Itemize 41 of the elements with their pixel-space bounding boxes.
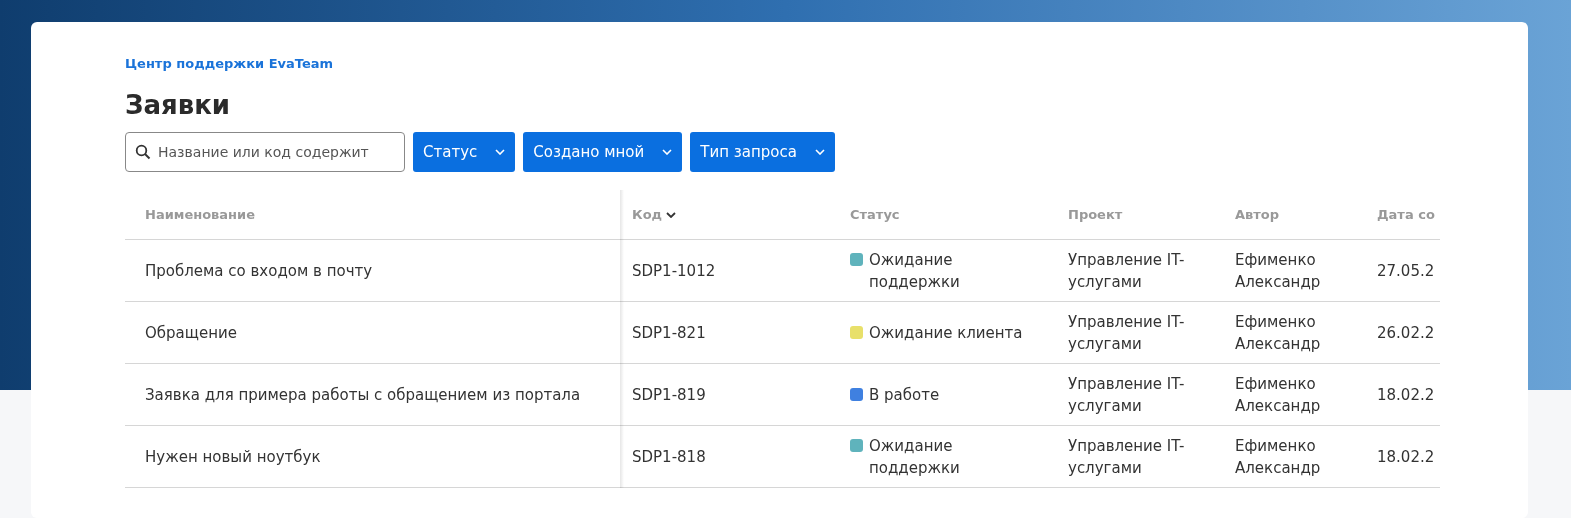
table-cell-text: Ефименко Александр: [1235, 249, 1322, 293]
status-text: Ожидание поддержки: [869, 435, 961, 479]
page-title: Заявки: [125, 89, 232, 122]
chevron-down-icon: [495, 149, 506, 155]
status-text: Ожидание поддержки: [869, 249, 961, 293]
table-cell-text: 18.02.2: [1377, 446, 1436, 468]
table-cell-text: Ефименко Александр: [1235, 435, 1322, 479]
column-header[interactable]: Наименование: [125, 204, 632, 225]
search-field[interactable]: Название или код содержит: [125, 132, 405, 172]
table-cell-text: Управление IT-услугами: [1068, 249, 1186, 293]
breadcrumb-link[interactable]: Центр поддержки EvaTeam: [125, 54, 1528, 74]
status-text: В работе: [869, 384, 941, 406]
table-cell-text: SDP1-818: [632, 446, 707, 468]
chevron-down-icon: [662, 149, 673, 155]
table-cell-text: Управление IT-услугами: [1068, 373, 1186, 417]
table-cell-text: Ефименко Александр: [1235, 311, 1322, 355]
table-cell-text: Нужен новый ноутбук: [144, 446, 322, 468]
sort-chevron-icon: [666, 211, 677, 218]
filter-dropdown[interactable]: Статус: [413, 132, 516, 172]
column-header[interactable]: Автор: [1235, 204, 1377, 225]
column-header[interactable]: Код: [632, 204, 850, 225]
filter-dropdown[interactable]: Тип запроса: [690, 132, 835, 172]
table-cell-text: Обращение: [144, 322, 238, 344]
table-cell-text: Заявка для примера работы с обращением из портала: [144, 384, 582, 406]
column-header[interactable]: Проект: [1068, 204, 1235, 225]
table-cell-text: 18.02.2: [1377, 384, 1436, 406]
table-cell-text: SDP1-1012: [632, 260, 717, 282]
status-text: Ожидание клиента: [869, 322, 1024, 344]
column-header[interactable]: Статус: [850, 204, 1068, 225]
table-cell-text: Управление IT-услугами: [1068, 435, 1186, 479]
filter-dropdown[interactable]: Создано мной: [523, 132, 683, 172]
table-cell-text: SDP1-819: [632, 384, 707, 406]
table-cell-text: Ефименко Александр: [1235, 373, 1322, 417]
table-cell-text: 27.05.2: [1377, 260, 1436, 282]
table-cell-text: SDP1-821: [632, 322, 707, 344]
column-header[interactable]: Дата со: [1377, 204, 1440, 225]
table-cell-text: Управление IT-услугами: [1068, 311, 1186, 355]
chevron-down-icon: [814, 149, 825, 155]
table-cell-text: Проблема со входом в почту: [144, 260, 374, 282]
search-icon: [135, 144, 151, 160]
table-cell-text: 26.02.2: [1377, 322, 1436, 344]
